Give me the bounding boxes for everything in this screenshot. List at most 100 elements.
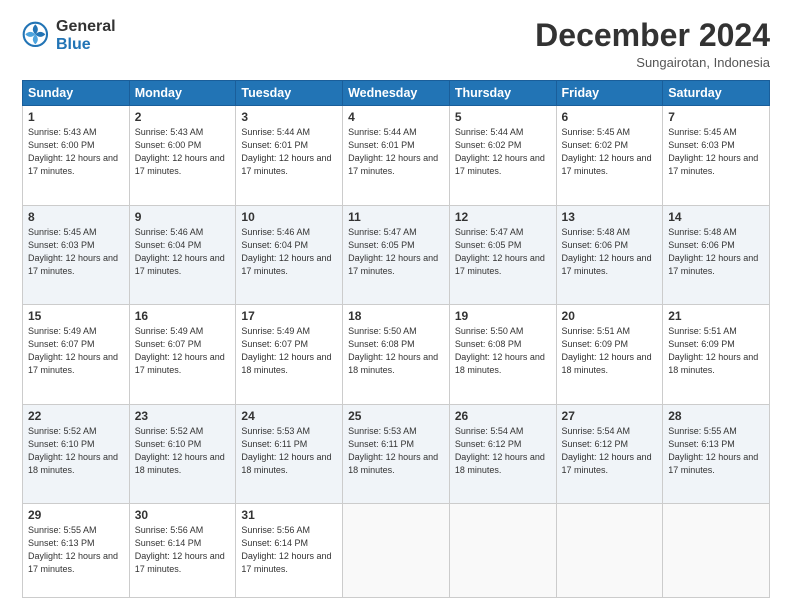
- day-info: Sunrise: 5:52 AM Sunset: 6:10 PM Dayligh…: [28, 425, 124, 477]
- day-number: 22: [28, 409, 124, 423]
- day-number: 5: [455, 110, 551, 124]
- day-number: 24: [241, 409, 337, 423]
- day-number: 2: [135, 110, 231, 124]
- table-row: 2 Sunrise: 5:43 AM Sunset: 6:00 PM Dayli…: [129, 106, 236, 206]
- day-info: Sunrise: 5:44 AM Sunset: 6:02 PM Dayligh…: [455, 126, 551, 178]
- location-subtitle: Sungairotan, Indonesia: [535, 55, 770, 70]
- table-row: 24 Sunrise: 5:53 AM Sunset: 6:11 PM Dayl…: [236, 404, 343, 504]
- table-row: 17 Sunrise: 5:49 AM Sunset: 6:07 PM Dayl…: [236, 305, 343, 405]
- day-number: 6: [562, 110, 658, 124]
- calendar-table: Sunday Monday Tuesday Wednesday Thursday…: [22, 80, 770, 598]
- day-info: Sunrise: 5:48 AM Sunset: 6:06 PM Dayligh…: [668, 226, 764, 278]
- table-row: 16 Sunrise: 5:49 AM Sunset: 6:07 PM Dayl…: [129, 305, 236, 405]
- table-row: 19 Sunrise: 5:50 AM Sunset: 6:08 PM Dayl…: [449, 305, 556, 405]
- table-row: 10 Sunrise: 5:46 AM Sunset: 6:04 PM Dayl…: [236, 205, 343, 305]
- day-number: 23: [135, 409, 231, 423]
- day-number: 17: [241, 309, 337, 323]
- table-row: 26 Sunrise: 5:54 AM Sunset: 6:12 PM Dayl…: [449, 404, 556, 504]
- table-row: 5 Sunrise: 5:44 AM Sunset: 6:02 PM Dayli…: [449, 106, 556, 206]
- table-row: 3 Sunrise: 5:44 AM Sunset: 6:01 PM Dayli…: [236, 106, 343, 206]
- day-info: Sunrise: 5:55 AM Sunset: 6:13 PM Dayligh…: [668, 425, 764, 477]
- title-block: December 2024 Sungairotan, Indonesia: [535, 18, 770, 70]
- day-info: Sunrise: 5:52 AM Sunset: 6:10 PM Dayligh…: [135, 425, 231, 477]
- day-number: 10: [241, 210, 337, 224]
- table-row: 4 Sunrise: 5:44 AM Sunset: 6:01 PM Dayli…: [343, 106, 450, 206]
- day-number: 15: [28, 309, 124, 323]
- day-number: 9: [135, 210, 231, 224]
- table-row: 12 Sunrise: 5:47 AM Sunset: 6:05 PM Dayl…: [449, 205, 556, 305]
- day-info: Sunrise: 5:49 AM Sunset: 6:07 PM Dayligh…: [135, 325, 231, 377]
- header: General Blue December 2024 Sungairotan, …: [22, 18, 770, 70]
- table-row: [556, 504, 663, 598]
- day-info: Sunrise: 5:56 AM Sunset: 6:14 PM Dayligh…: [135, 524, 231, 576]
- day-info: Sunrise: 5:53 AM Sunset: 6:11 PM Dayligh…: [241, 425, 337, 477]
- table-row: [663, 504, 770, 598]
- day-info: Sunrise: 5:55 AM Sunset: 6:13 PM Dayligh…: [28, 524, 124, 576]
- table-row: 7 Sunrise: 5:45 AM Sunset: 6:03 PM Dayli…: [663, 106, 770, 206]
- table-row: 18 Sunrise: 5:50 AM Sunset: 6:08 PM Dayl…: [343, 305, 450, 405]
- day-number: 1: [28, 110, 124, 124]
- col-wednesday: Wednesday: [343, 81, 450, 106]
- day-info: Sunrise: 5:45 AM Sunset: 6:02 PM Dayligh…: [562, 126, 658, 178]
- day-info: Sunrise: 5:46 AM Sunset: 6:04 PM Dayligh…: [135, 226, 231, 278]
- day-number: 31: [241, 508, 337, 522]
- table-row: 11 Sunrise: 5:47 AM Sunset: 6:05 PM Dayl…: [343, 205, 450, 305]
- table-row: 27 Sunrise: 5:54 AM Sunset: 6:12 PM Dayl…: [556, 404, 663, 504]
- table-row: 20 Sunrise: 5:51 AM Sunset: 6:09 PM Dayl…: [556, 305, 663, 405]
- table-row: 14 Sunrise: 5:48 AM Sunset: 6:06 PM Dayl…: [663, 205, 770, 305]
- table-row: 9 Sunrise: 5:46 AM Sunset: 6:04 PM Dayli…: [129, 205, 236, 305]
- day-number: 28: [668, 409, 764, 423]
- table-row: 23 Sunrise: 5:52 AM Sunset: 6:10 PM Dayl…: [129, 404, 236, 504]
- day-info: Sunrise: 5:45 AM Sunset: 6:03 PM Dayligh…: [28, 226, 124, 278]
- day-number: 19: [455, 309, 551, 323]
- col-sunday: Sunday: [23, 81, 130, 106]
- table-row: 31 Sunrise: 5:56 AM Sunset: 6:14 PM Dayl…: [236, 504, 343, 598]
- day-info: Sunrise: 5:48 AM Sunset: 6:06 PM Dayligh…: [562, 226, 658, 278]
- day-info: Sunrise: 5:43 AM Sunset: 6:00 PM Dayligh…: [28, 126, 124, 178]
- day-number: 25: [348, 409, 444, 423]
- day-number: 27: [562, 409, 658, 423]
- day-info: Sunrise: 5:50 AM Sunset: 6:08 PM Dayligh…: [348, 325, 444, 377]
- table-row: 13 Sunrise: 5:48 AM Sunset: 6:06 PM Dayl…: [556, 205, 663, 305]
- table-row: 8 Sunrise: 5:45 AM Sunset: 6:03 PM Dayli…: [23, 205, 130, 305]
- day-info: Sunrise: 5:56 AM Sunset: 6:14 PM Dayligh…: [241, 524, 337, 576]
- day-info: Sunrise: 5:47 AM Sunset: 6:05 PM Dayligh…: [455, 226, 551, 278]
- table-row: 30 Sunrise: 5:56 AM Sunset: 6:14 PM Dayl…: [129, 504, 236, 598]
- col-monday: Monday: [129, 81, 236, 106]
- logo-blue: Blue: [56, 36, 116, 54]
- day-number: 12: [455, 210, 551, 224]
- day-info: Sunrise: 5:46 AM Sunset: 6:04 PM Dayligh…: [241, 226, 337, 278]
- table-row: 28 Sunrise: 5:55 AM Sunset: 6:13 PM Dayl…: [663, 404, 770, 504]
- day-number: 13: [562, 210, 658, 224]
- day-info: Sunrise: 5:51 AM Sunset: 6:09 PM Dayligh…: [668, 325, 764, 377]
- day-info: Sunrise: 5:54 AM Sunset: 6:12 PM Dayligh…: [455, 425, 551, 477]
- table-row: 22 Sunrise: 5:52 AM Sunset: 6:10 PM Dayl…: [23, 404, 130, 504]
- day-info: Sunrise: 5:53 AM Sunset: 6:11 PM Dayligh…: [348, 425, 444, 477]
- table-row: [343, 504, 450, 598]
- page: General Blue December 2024 Sungairotan, …: [0, 0, 792, 612]
- day-number: 26: [455, 409, 551, 423]
- day-info: Sunrise: 5:49 AM Sunset: 6:07 PM Dayligh…: [28, 325, 124, 377]
- day-info: Sunrise: 5:49 AM Sunset: 6:07 PM Dayligh…: [241, 325, 337, 377]
- day-number: 20: [562, 309, 658, 323]
- table-row: 15 Sunrise: 5:49 AM Sunset: 6:07 PM Dayl…: [23, 305, 130, 405]
- col-friday: Friday: [556, 81, 663, 106]
- logo-text: General Blue: [56, 18, 116, 53]
- col-saturday: Saturday: [663, 81, 770, 106]
- day-number: 18: [348, 309, 444, 323]
- day-info: Sunrise: 5:44 AM Sunset: 6:01 PM Dayligh…: [241, 126, 337, 178]
- month-title: December 2024: [535, 18, 770, 53]
- col-tuesday: Tuesday: [236, 81, 343, 106]
- day-number: 21: [668, 309, 764, 323]
- day-number: 14: [668, 210, 764, 224]
- day-number: 3: [241, 110, 337, 124]
- table-row: 25 Sunrise: 5:53 AM Sunset: 6:11 PM Dayl…: [343, 404, 450, 504]
- day-info: Sunrise: 5:50 AM Sunset: 6:08 PM Dayligh…: [455, 325, 551, 377]
- day-info: Sunrise: 5:47 AM Sunset: 6:05 PM Dayligh…: [348, 226, 444, 278]
- day-info: Sunrise: 5:54 AM Sunset: 6:12 PM Dayligh…: [562, 425, 658, 477]
- calendar-header-row: Sunday Monday Tuesday Wednesday Thursday…: [23, 81, 770, 106]
- day-number: 11: [348, 210, 444, 224]
- day-number: 4: [348, 110, 444, 124]
- day-number: 29: [28, 508, 124, 522]
- day-number: 7: [668, 110, 764, 124]
